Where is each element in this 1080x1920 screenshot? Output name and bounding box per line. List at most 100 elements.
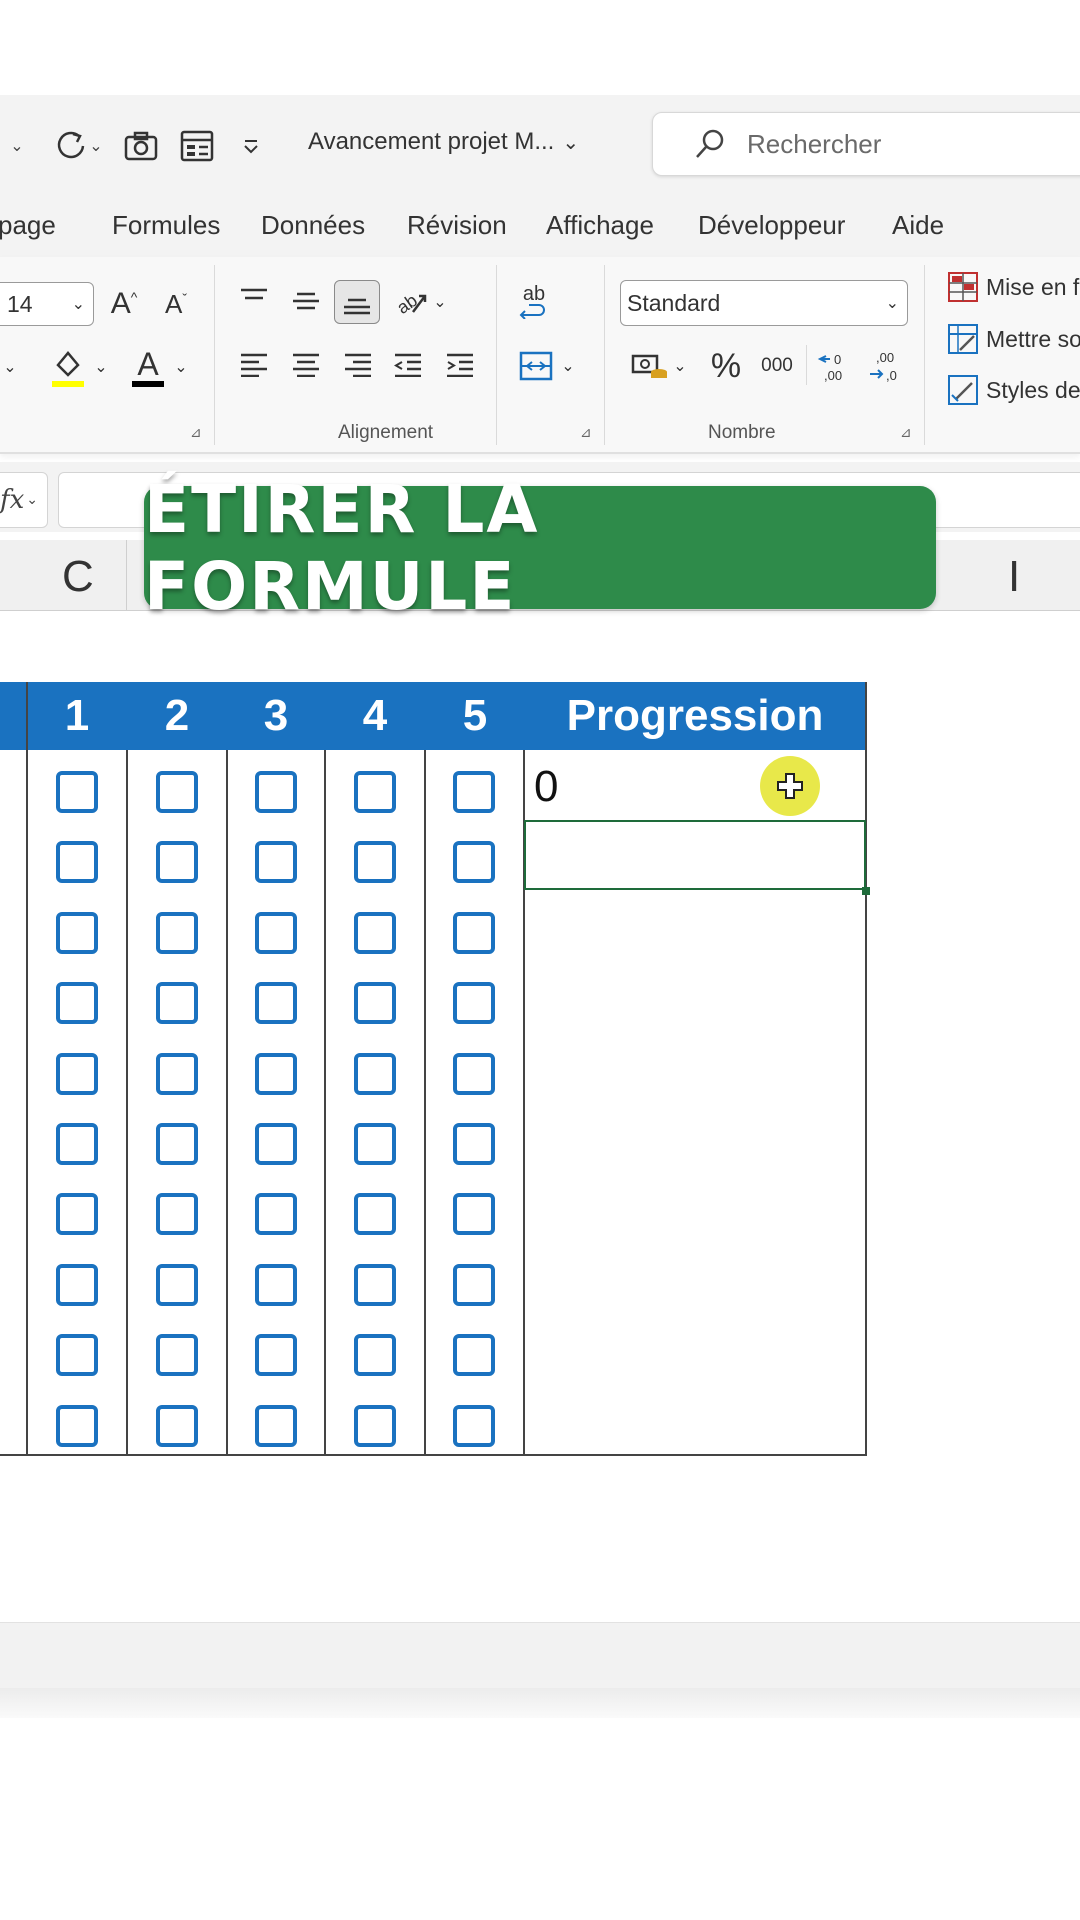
column-header-c[interactable]: C [62,552,94,602]
customize-quick-access[interactable] [236,126,266,166]
checkbox-row4-col2[interactable] [156,982,198,1025]
checkbox-row6-col3[interactable] [255,1123,297,1165]
align-top-button[interactable] [236,280,272,316]
checkbox-row4-col4[interactable] [354,982,396,1025]
checkbox-row8-col1[interactable] [56,1263,98,1306]
checkbox-row8-col5[interactable] [453,1263,495,1306]
menu-item-mise-en-page[interactable]: page [0,210,56,241]
increase-decimal-button[interactable]: 0,00 [814,344,854,388]
border-dropdown[interactable]: ⌄ [0,345,20,389]
checkbox-row9-col4[interactable] [354,1334,396,1377]
document-title[interactable]: Avancement projet M... ⌄ [308,128,579,156]
checkbox-row6-col5[interactable] [453,1123,495,1165]
checkbox-row10-col2[interactable] [156,1404,198,1447]
column-header-i[interactable]: I [1008,552,1020,602]
undo-dropdown[interactable]: ⌄ [0,126,34,166]
format-as-table-button[interactable]: Mettre so [948,324,1080,354]
checkbox-row7-col4[interactable] [354,1193,396,1236]
checkbox-row8-col4[interactable] [354,1263,396,1306]
checkbox-row2-col1[interactable] [56,841,98,884]
accounting-format-button[interactable]: ⌄ [624,346,694,386]
checkbox-row5-col2[interactable] [156,1052,198,1095]
checkbox-row7-col5[interactable] [453,1193,495,1236]
checkbox-row1-col1[interactable] [56,771,98,813]
checkbox-row9-col5[interactable] [453,1334,495,1377]
conditional-formatting-button[interactable]: Mise en f [948,272,1079,302]
checkbox-row5-col1[interactable] [56,1052,98,1095]
increase-indent-button[interactable] [442,346,478,382]
decrease-decimal-button[interactable]: ,00,0 [864,344,904,388]
checkbox-row3-col5[interactable] [453,911,495,954]
checkbox-row9-col2[interactable] [156,1334,198,1377]
decrease-font-button[interactable]: Aˇ [158,282,194,326]
align-center-button[interactable] [288,346,324,382]
checkbox-row10-col5[interactable] [453,1404,495,1447]
decrease-indent-button[interactable] [390,346,426,382]
number-group-launcher[interactable]: ⊿ [900,424,916,440]
fill-color-button[interactable]: ⌄ [44,342,114,392]
checkbox-row1-col3[interactable] [255,771,297,813]
progression-cell-value[interactable]: 0 [534,762,558,812]
checkbox-row3-col3[interactable] [255,911,297,954]
checkbox-row6-col4[interactable] [354,1123,396,1165]
alignment-group-launcher[interactable]: ⊿ [580,424,596,440]
checkbox-row1-col2[interactable] [156,771,198,813]
cell-styles-button[interactable]: Styles de [948,375,1080,405]
checkbox-row3-col2[interactable] [156,911,198,954]
orientation-button[interactable]: ab ⌄ [390,280,450,324]
fill-handle[interactable] [862,887,870,895]
checkbox-row7-col3[interactable] [255,1193,297,1236]
selected-cell[interactable] [524,820,866,890]
checkbox-row9-col1[interactable] [56,1334,98,1377]
table-header-4[interactable]: 4 [326,682,424,750]
checkbox-row7-col1[interactable] [56,1193,98,1236]
menu-item-formules[interactable]: Formules [112,210,220,241]
redo-button[interactable]: ⌄ [46,126,110,166]
checkbox-row6-col2[interactable] [156,1123,198,1165]
align-bottom-button[interactable] [334,280,380,324]
checkbox-row8-col2[interactable] [156,1263,198,1306]
table-header-3[interactable]: 3 [228,682,324,750]
font-group-launcher[interactable]: ⊿ [190,424,206,440]
checkbox-row6-col1[interactable] [56,1123,98,1165]
percent-style-button[interactable]: % [704,344,748,388]
comma-style-button[interactable]: 000 [756,348,798,384]
checkbox-row5-col4[interactable] [354,1052,396,1095]
table-header-1[interactable]: 1 [28,682,126,750]
align-left-button[interactable] [236,346,272,382]
checkbox-row4-col5[interactable] [453,982,495,1025]
menu-item-developpeur[interactable]: Développeur [698,210,845,241]
menu-item-revision[interactable]: Révision [407,210,507,241]
checkbox-row4-col1[interactable] [56,982,98,1025]
increase-font-button[interactable]: A^ [106,282,142,326]
checkbox-row3-col4[interactable] [354,911,396,954]
checkbox-row8-col3[interactable] [255,1263,297,1306]
checkbox-row2-col2[interactable] [156,841,198,884]
checkbox-row2-col3[interactable] [255,841,297,884]
search-box[interactable] [652,112,1080,176]
checkbox-row10-col3[interactable] [255,1404,297,1447]
insert-function-button[interactable]: fx ⌄ [0,472,48,528]
checkbox-row5-col5[interactable] [453,1052,495,1095]
checkbox-row10-col4[interactable] [354,1404,396,1447]
menu-item-affichage[interactable]: Affichage [546,210,654,241]
checkbox-row1-col5[interactable] [453,771,495,813]
checkbox-row1-col4[interactable] [354,771,396,813]
form-button[interactable] [176,126,218,166]
menu-item-donnees[interactable]: Données [261,210,365,241]
checkbox-row10-col1[interactable] [56,1404,98,1447]
checkbox-row9-col3[interactable] [255,1334,297,1377]
camera-button[interactable] [120,126,162,166]
table-header-progression[interactable]: Progression [524,682,866,750]
number-format-select[interactable]: Standard ⌄ [620,280,908,326]
checkbox-row4-col3[interactable] [255,982,297,1025]
checkbox-row2-col5[interactable] [453,841,495,884]
font-size-select[interactable]: 14 ⌄ [0,282,94,326]
font-color-button[interactable]: A ⌄ [124,342,194,392]
checkbox-row3-col1[interactable] [56,911,98,954]
merge-center-button[interactable]: ⌄ [512,346,582,386]
checkbox-row2-col4[interactable] [354,841,396,884]
table-header-5[interactable]: 5 [426,682,524,750]
align-middle-button[interactable] [288,282,324,318]
search-input[interactable] [745,127,1049,161]
